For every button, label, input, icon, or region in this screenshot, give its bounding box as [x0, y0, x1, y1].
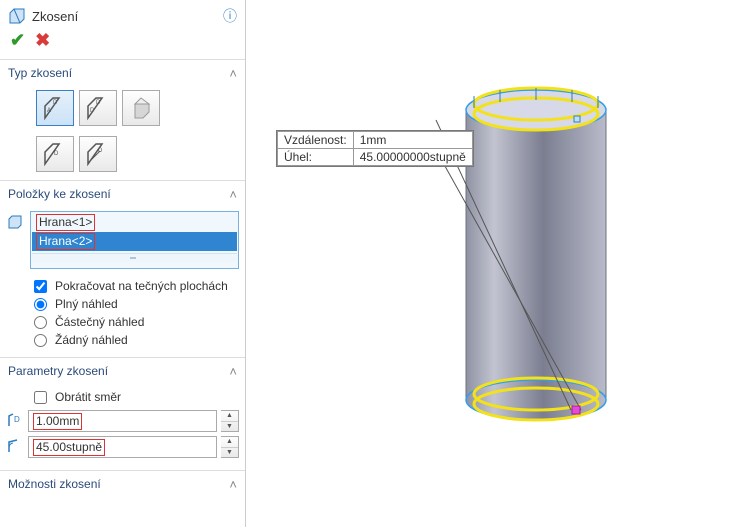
edge-selection-icon	[6, 211, 24, 233]
distance-spinner[interactable]: ▲ ▼	[221, 410, 239, 432]
option-label: Obrátit směr	[55, 390, 121, 404]
angle-icon	[6, 438, 24, 457]
tangent-propagation-checkbox[interactable]: Pokračovat na tečných plochách	[34, 277, 239, 295]
spinner-down-icon[interactable]: ▼	[221, 448, 238, 458]
spinner-up-icon[interactable]: ▲	[221, 411, 238, 422]
spinner-down-icon[interactable]: ▼	[221, 422, 238, 432]
distance-icon: D	[6, 412, 24, 431]
chevron-up-icon: ˄	[229, 365, 237, 378]
chamfer-type-buttons: D A D D	[6, 90, 239, 172]
section-items: Položky ke zkosení ˄ Hrana<1>	[0, 180, 245, 357]
edge-label-1: Hrana<1>	[36, 214, 95, 231]
preview-full-radio[interactable]: Plný náhled	[34, 295, 239, 313]
chamfer-type-offset-face[interactable]: D	[36, 136, 74, 172]
svg-text:D: D	[14, 415, 20, 424]
section-title: Parametry zkosení	[8, 364, 108, 378]
ok-button[interactable]: ✔	[10, 30, 25, 51]
list-item[interactable]: Hrana<2>	[32, 232, 237, 251]
option-label: Pokračovat na tečných plochách	[55, 279, 228, 293]
scrollbar-horizontal[interactable]	[32, 253, 237, 262]
section-header-chamfer-type[interactable]: Typ zkosení ˄	[0, 60, 245, 86]
reverse-direction-checkbox[interactable]: Obrátit směr	[34, 388, 239, 406]
radio[interactable]	[34, 334, 47, 347]
chamfer-callout[interactable]: Vzdálenost: 1mm Úhel: 45.00000000stupně	[276, 130, 474, 167]
svg-text:D: D	[53, 100, 58, 106]
svg-text:D: D	[96, 100, 101, 106]
chevron-up-icon: ˄	[229, 67, 237, 80]
model-cylinder	[396, 50, 676, 470]
cancel-button[interactable]: ✖	[35, 30, 50, 51]
option-label: Žádný náhled	[55, 333, 128, 347]
callout-angle-label: Úhel:	[278, 149, 354, 166]
angle-value: 45.00stupně	[33, 439, 105, 456]
section-options: Možnosti zkosení ˄	[0, 470, 245, 497]
panel-title: Zkosení	[32, 9, 78, 24]
section-title: Položky ke zkosení	[8, 187, 111, 201]
distance-value: 1.00mm	[33, 413, 82, 430]
selection-list[interactable]: Hrana<1> Hrana<2>	[30, 211, 239, 269]
section-parameters: Parametry zkosení ˄ Obrátit směr D 1.	[0, 357, 245, 470]
spinner-up-icon[interactable]: ▲	[221, 437, 238, 448]
section-title: Možnosti zkosení	[8, 477, 101, 491]
chamfer-feature-icon	[8, 7, 26, 25]
section-header-options[interactable]: Možnosti zkosení ˄	[0, 471, 245, 497]
chamfer-type-angle-distance[interactable]: D A	[36, 90, 74, 126]
section-chamfer-type: Typ zkosení ˄ D A	[0, 59, 245, 180]
radio[interactable]	[34, 298, 47, 311]
graphics-viewport[interactable]: Vzdálenost: 1mm Úhel: 45.00000000stupně	[246, 0, 750, 527]
chamfer-type-distance-distance[interactable]: D D	[79, 90, 117, 126]
callout-distance-label: Vzdálenost:	[278, 132, 354, 149]
property-manager-panel: Zkosení ⓘ ✔ ✖ Typ zkosení ˄ D	[0, 0, 246, 527]
list-item[interactable]: Hrana<1>	[32, 213, 237, 232]
help-icon[interactable]: ⓘ	[223, 6, 237, 26]
section-header-items[interactable]: Položky ke zkosení ˄	[0, 181, 245, 207]
checkbox[interactable]	[34, 391, 47, 404]
svg-text:D: D	[90, 108, 95, 114]
angle-spinner[interactable]: ▲ ▼	[221, 436, 239, 458]
svg-text:A: A	[47, 108, 51, 114]
option-label: Plný náhled	[55, 297, 118, 311]
radio[interactable]	[34, 316, 47, 329]
checkbox[interactable]	[34, 280, 47, 293]
svg-text:D: D	[98, 148, 103, 154]
angle-input[interactable]: 45.00stupně	[28, 436, 217, 458]
chamfer-type-vertex[interactable]	[122, 90, 160, 126]
preview-none-radio[interactable]: Žádný náhled	[34, 331, 239, 349]
chevron-up-icon: ˄	[229, 478, 237, 491]
edge-label-2: Hrana<2>	[36, 233, 95, 250]
chamfer-type-face-face[interactable]: D	[79, 136, 117, 172]
callout-distance-value[interactable]: 1mm	[353, 132, 472, 149]
chevron-up-icon: ˄	[229, 188, 237, 201]
preview-partial-radio[interactable]: Částečný náhled	[34, 313, 239, 331]
title-bar: Zkosení ⓘ	[0, 0, 245, 30]
callout-angle-value[interactable]: 45.00000000stupně	[353, 149, 472, 166]
section-title: Typ zkosení	[8, 66, 72, 80]
distance-input[interactable]: 1.00mm	[28, 410, 217, 432]
svg-text:D: D	[54, 151, 59, 157]
option-label: Částečný náhled	[55, 315, 144, 329]
section-header-parameters[interactable]: Parametry zkosení ˄	[0, 358, 245, 384]
